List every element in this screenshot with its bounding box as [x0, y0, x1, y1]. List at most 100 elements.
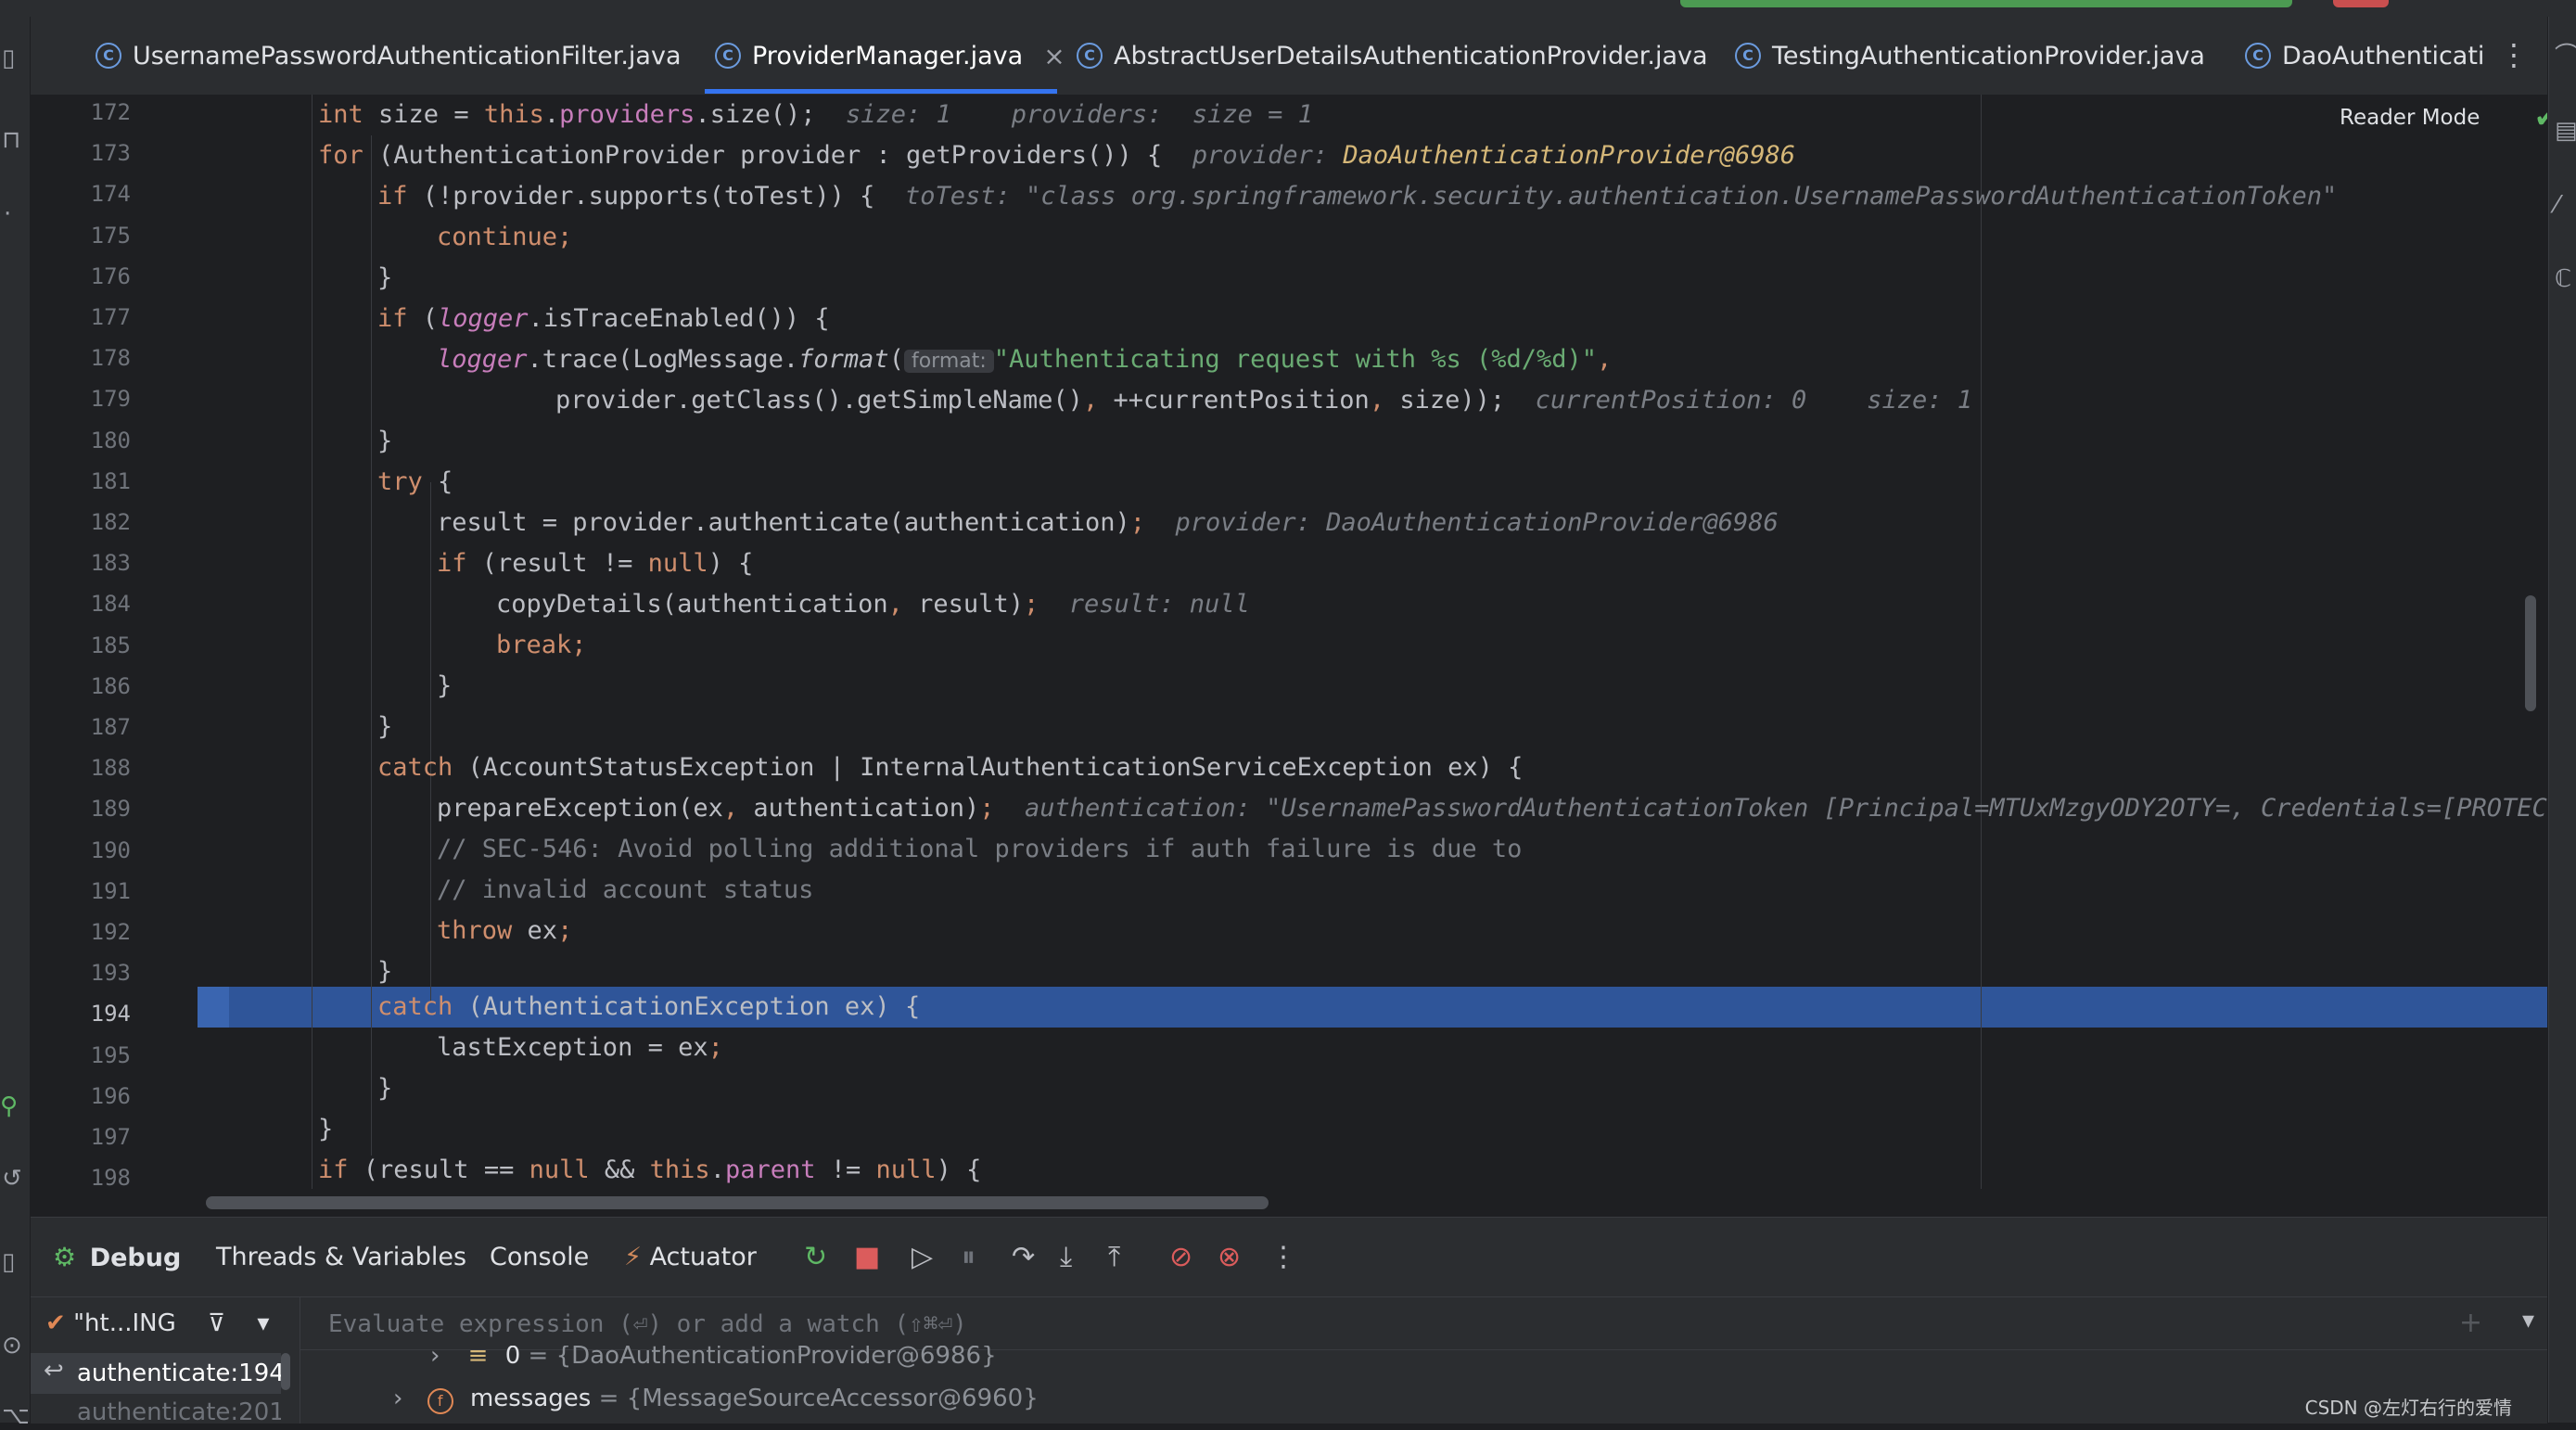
line-number[interactable]: 190 [57, 830, 131, 871]
debug-title[interactable]: ⚙ Debug [53, 1218, 181, 1297]
code-line-191: // invalid account status [437, 875, 814, 904]
variable-row[interactable]: › f messages = {MessageSourceAccessor@69… [393, 1377, 1039, 1420]
ai-assistant-icon[interactable]: ⁄ [2555, 193, 2558, 217]
frame-row[interactable]: authenticate:201 [31, 1394, 281, 1424]
line-number[interactable]: 183 [57, 543, 131, 583]
line-number[interactable]: 184 [57, 583, 131, 624]
inline-value-hint: provider: DaoAuthenticationProvider@6986 [1175, 508, 1779, 537]
line-number[interactable]: 172 [57, 95, 131, 133]
line-number[interactable]: 182 [57, 502, 131, 543]
line-number[interactable]: 191 [57, 871, 131, 912]
inspection-ok-icon[interactable]: ✔ [2534, 102, 2547, 134]
line-number[interactable]: 195 [57, 1035, 131, 1076]
problems-icon[interactable]: ⊙ [2, 1334, 22, 1358]
tab-actuator[interactable]: ⚡ Actuator [624, 1218, 757, 1297]
line-number[interactable]: 179 [57, 378, 131, 419]
line-number[interactable]: 181 [57, 461, 131, 502]
debug-strip-icon[interactable]: ⚲ [0, 1094, 18, 1118]
inline-value-hint: currentPosition: 0 size: 1 [1535, 386, 1973, 415]
pause-icon[interactable]: ⏸ [962, 1242, 976, 1273]
thread-selector[interactable]: ✔ "ht...ING ⊽ ▾ [45, 1305, 269, 1342]
database-icon[interactable]: ▤ [2555, 119, 2576, 143]
filter-icon[interactable]: ⊽ [208, 1309, 225, 1337]
tab-dao-authentication-provider[interactable]: C DaoAuthenticati [2245, 17, 2484, 95]
inline-value-hint: toTest: "class org.springframework.secur… [904, 182, 2338, 211]
tab-console[interactable]: Console [490, 1218, 589, 1297]
tab-testing-authentication-provider[interactable]: C TestingAuthenticationProvider.java [1735, 17, 2205, 95]
left-tool-strip: ▯ ⊓ · ⚲ ↺ ▯ ⊙ ⌥ [0, 17, 31, 1428]
dots-icon[interactable]: · [4, 202, 11, 226]
step-over-icon[interactable]: ↷ [1012, 1242, 1035, 1273]
variables-pane: + ▾ › ≡ 0 = {DaoAuthenticationProvider@6… [300, 1297, 2547, 1424]
maven-icon[interactable]: ℂ [2555, 267, 2571, 291]
notifications-icon[interactable]: ⌒ [2555, 45, 2576, 69]
tab-provider-manager[interactable]: C ProviderManager.java × [715, 17, 1065, 95]
tab-label: TestingAuthenticationProvider.java [1772, 41, 2205, 70]
line-number-gutter[interactable]: 172 173 174 175 176 177 178 179 180 181 182 183 184 1… [31, 95, 198, 1189]
tab-label: ProviderManager.java [752, 41, 1024, 70]
right-tool-strip: ⌒ ▤ ⁄ ℂ [2548, 17, 2576, 1423]
expand-icon[interactable]: › [430, 1346, 440, 1370]
line-number[interactable]: 196 [57, 1076, 131, 1117]
expand-icon[interactable]: › [393, 1385, 402, 1412]
line-number[interactable]: 186 [57, 666, 131, 707]
check-icon: ✔ [45, 1309, 66, 1337]
more-tabs-icon[interactable]: ⋮ [2499, 37, 2529, 72]
line-number[interactable]: 198 [57, 1157, 131, 1189]
evaluate-expression-input[interactable] [326, 1297, 2370, 1351]
line-number[interactable]: 185 [57, 625, 131, 666]
line-number[interactable]: 194 [57, 993, 131, 1034]
line-number[interactable]: 178 [57, 338, 131, 378]
line-number[interactable]: 189 [57, 788, 131, 829]
line-number[interactable]: 188 [57, 747, 131, 788]
git-icon[interactable]: ⌥ [2, 1404, 30, 1428]
debug-toolbar: ⚙ Debug Threads & Variables Console ⚡ Ac… [31, 1217, 2547, 1297]
frames-scrollbar[interactable] [281, 1353, 290, 1390]
vertical-scrollbar[interactable] [2525, 595, 2536, 711]
mute-breakpoints-icon[interactable]: ⊗ [1218, 1242, 1241, 1273]
view-breakpoints-icon[interactable]: ⊘ [1169, 1242, 1192, 1273]
line-number[interactable]: 197 [57, 1117, 131, 1157]
code-line-192: throw ex; [437, 916, 573, 945]
project-icon[interactable]: ▯ [2, 46, 15, 70]
line-number[interactable]: 193 [57, 952, 131, 993]
step-into-icon[interactable]: ⤓ [1060, 1242, 1072, 1273]
line-number[interactable]: 174 [57, 173, 131, 214]
line-number[interactable]: 187 [57, 707, 131, 747]
line-number[interactable]: 175 [57, 215, 131, 256]
tab-threads-variables[interactable]: Threads & Variables [216, 1218, 466, 1297]
inline-value-hint: authentication: "UsernamePasswordAuthent… [1025, 794, 2547, 823]
frame-icon: ↩ [44, 1357, 64, 1385]
line-number[interactable]: 176 [57, 256, 131, 297]
line-number[interactable]: 192 [57, 912, 131, 952]
close-icon[interactable]: × [1043, 41, 1065, 71]
chevron-down-icon[interactable]: ▾ [2522, 1307, 2534, 1334]
services-icon[interactable]: ↺ [2, 1167, 22, 1191]
line-number[interactable]: 173 [57, 133, 131, 173]
stop-icon[interactable]: ■ [854, 1242, 880, 1273]
tab-usernamepassword-filter[interactable]: C UsernamePasswordAuthenticationFilter.j… [96, 17, 682, 95]
more-options-icon[interactable]: ⋮ [1269, 1242, 1297, 1273]
code-line-179: provider.getClass().getSimpleName(), ++c… [555, 386, 1973, 415]
code-line-174: if (!provider.supports(toTest)) { toTest… [377, 182, 2338, 211]
line-number[interactable]: 180 [57, 420, 131, 461]
step-out-icon[interactable]: ⤒ [1108, 1242, 1120, 1273]
list-item-icon: ≡ [467, 1346, 489, 1370]
class-file-icon: C [1735, 43, 1761, 69]
chevron-down-icon[interactable]: ▾ [257, 1309, 269, 1337]
variable-row-clipped[interactable]: › ≡ 0 = {DaoAuthenticationProvider@6986} [300, 1346, 2547, 1375]
resume-icon[interactable]: ▷ [912, 1242, 933, 1273]
reader-mode-button[interactable]: Reader Mode [2340, 106, 2480, 130]
terminal-icon[interactable]: ▯ [2, 1250, 15, 1274]
code-line-181: try { [377, 467, 453, 496]
rerun-icon[interactable]: ↻ [804, 1242, 827, 1273]
horizontal-scrollbar[interactable] [206, 1196, 1269, 1209]
add-watch-icon[interactable]: + [2459, 1307, 2482, 1339]
code-line-177: if (logger.isTraceEnabled()) { [377, 304, 830, 333]
code-editor[interactable]: 172 173 174 175 176 177 178 179 180 181 182 183 184 1… [31, 95, 2547, 1189]
code-line-172: int size = this.providers.size(); size: … [318, 100, 1313, 129]
frame-row-selected[interactable]: ↩ authenticate:194, [31, 1353, 292, 1394]
tab-abstract-user-details-provider[interactable]: C AbstractUserDetailsAuthenticationProvi… [1077, 17, 1708, 95]
structure-icon[interactable]: ⊓ [2, 128, 20, 152]
line-number[interactable]: 177 [57, 297, 131, 338]
